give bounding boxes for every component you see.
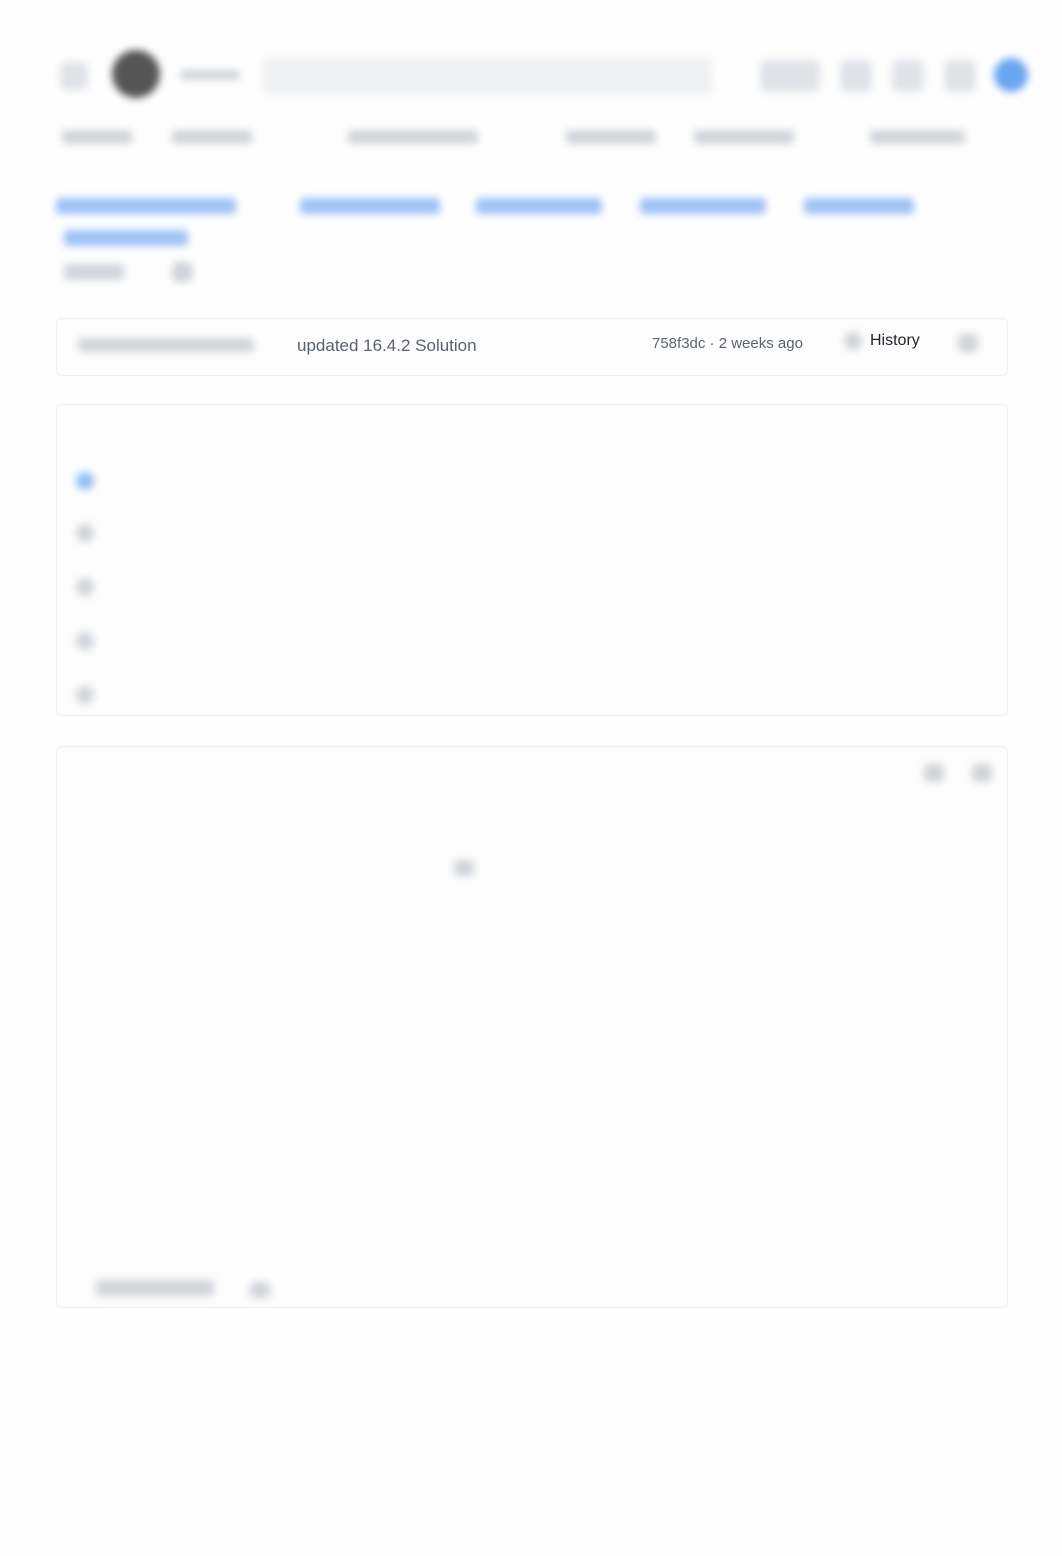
list-item-icon[interactable] <box>76 472 94 490</box>
more-options-button[interactable] <box>958 334 978 352</box>
tab-projects[interactable] <box>694 130 794 144</box>
list-item-icon[interactable] <box>76 578 94 596</box>
list-item-icon[interactable] <box>76 632 94 650</box>
edit-icon[interactable] <box>924 764 944 782</box>
list-item-icon[interactable] <box>76 686 94 704</box>
commit-hash-time[interactable]: 758f3dc · 2 weeks ago <box>652 335 803 352</box>
inbox-button[interactable] <box>944 60 976 92</box>
outline-icon[interactable] <box>972 764 992 782</box>
file-name <box>64 264 124 280</box>
tab-actions[interactable] <box>566 130 656 144</box>
breadcrumb-dir-2[interactable] <box>476 198 602 214</box>
copilot-button[interactable] <box>760 60 820 92</box>
link-icon[interactable] <box>454 860 474 876</box>
tab-pull-requests[interactable] <box>348 130 478 144</box>
history-icon <box>844 332 862 350</box>
avatar[interactable] <box>994 58 1028 92</box>
github-logo-icon[interactable] <box>112 50 160 98</box>
breadcrumb-dir-1[interactable] <box>300 198 440 214</box>
link-icon[interactable] <box>250 1282 270 1298</box>
breadcrumb-dir-3[interactable] <box>640 198 766 214</box>
issues-button[interactable] <box>840 60 872 92</box>
tab-code[interactable] <box>62 130 132 144</box>
menu-button[interactable] <box>60 62 88 90</box>
readme-panel <box>56 746 1008 1308</box>
breadcrumb-dir-5[interactable] <box>64 230 188 246</box>
repo-owner[interactable] <box>180 70 240 80</box>
commit-author[interactable] <box>78 338 254 352</box>
content-panel <box>56 404 1008 716</box>
readme-heading <box>96 1280 214 1296</box>
breadcrumb-repo[interactable] <box>56 198 236 214</box>
search-input[interactable] <box>262 58 712 94</box>
breadcrumb-dir-4[interactable] <box>804 198 914 214</box>
tab-security[interactable] <box>870 130 965 144</box>
pr-button[interactable] <box>892 60 924 92</box>
tab-issues[interactable] <box>172 130 252 144</box>
history-button[interactable]: History <box>870 332 920 350</box>
commit-message[interactable]: updated 16.4.2 Solution <box>297 336 477 356</box>
copy-path-icon[interactable] <box>172 262 192 282</box>
list-item-icon[interactable] <box>76 524 94 542</box>
